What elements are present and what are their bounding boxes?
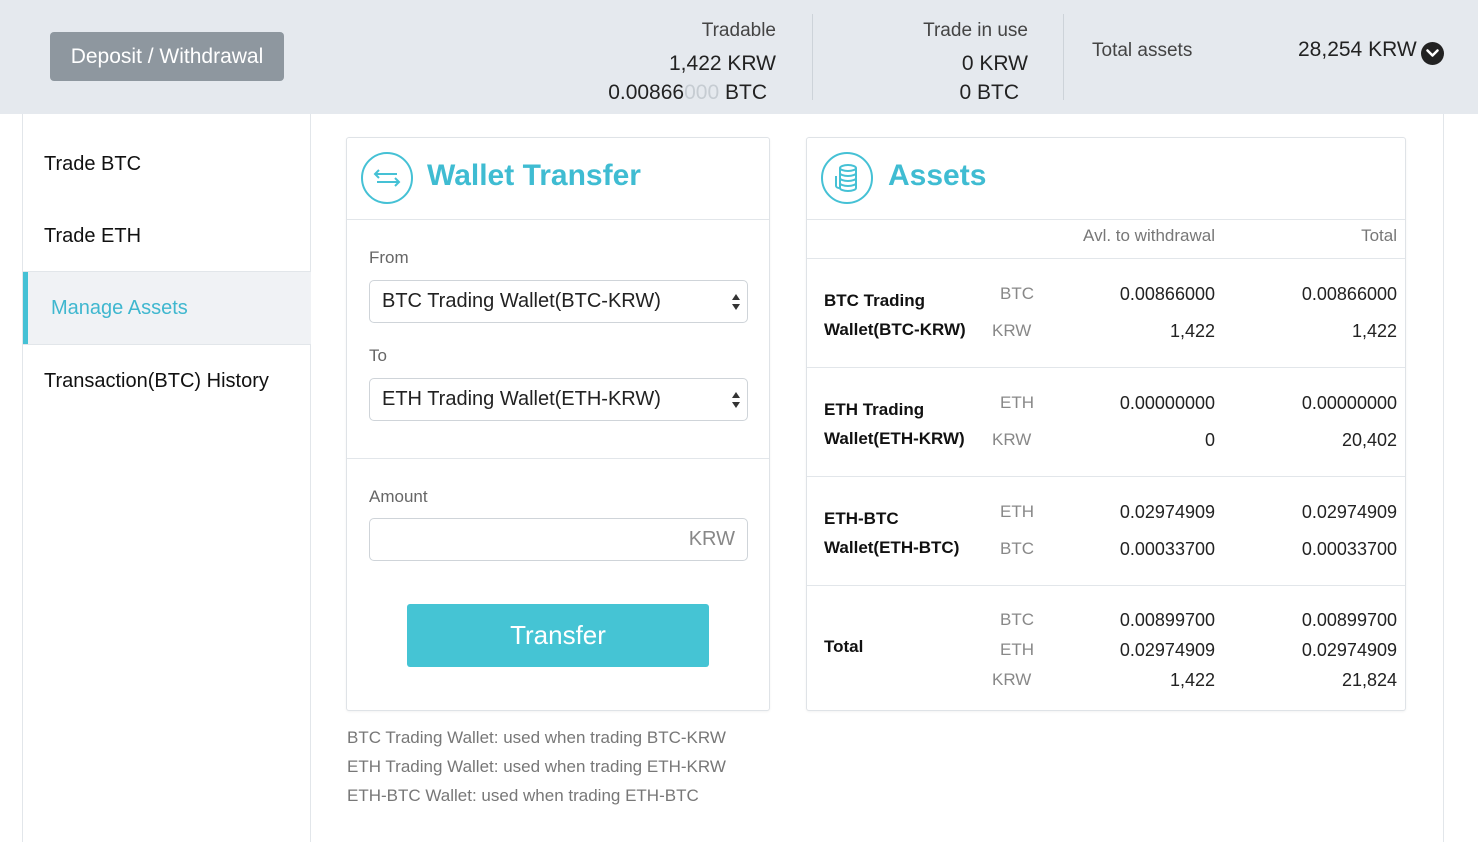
wallet-name-line: ETH-BTC [824, 509, 899, 528]
total-value: 1,422 [1351, 321, 1397, 341]
total-value: 0.00899700 [1301, 610, 1397, 630]
to-label: To [369, 346, 387, 365]
column-header-total: Total [1361, 226, 1397, 245]
header-divider [1063, 14, 1064, 100]
currency-code: BTC [1000, 610, 1034, 629]
total-value: 21,824 [1341, 670, 1397, 690]
currency-code: KRW [992, 321, 1032, 340]
tradable-btc-unit: BTC [719, 81, 767, 104]
available-value: 0.00000000 [1119, 393, 1215, 413]
available-value: 0.02974909 [1119, 640, 1215, 660]
in-use-krw: 0 KRW [961, 52, 1028, 75]
amount-unit: KRW [688, 528, 735, 550]
tradable-btc-trailing-zeros: 000 [684, 81, 720, 104]
available-value: 0.00866000 [1119, 284, 1215, 304]
amount-label: Amount [369, 487, 428, 506]
to-wallet-select[interactable]: ETH Trading Wallet(ETH-KRW) [369, 378, 748, 421]
currency-code: ETH [1000, 640, 1034, 659]
wallet-name-line: Wallet(ETH-BTC) [824, 538, 960, 557]
table-divider [807, 476, 1405, 477]
tradable-krw: 1,422 KRW [669, 52, 776, 75]
available-value: 1,422 [1169, 670, 1215, 690]
column-header-available: Avl. to withdrawal [1083, 226, 1215, 245]
total-value: 0.00000000 [1301, 393, 1397, 413]
panel-divider [347, 219, 769, 220]
wallet-transfer-title: Wallet Transfer [427, 159, 641, 192]
select-arrows-icon [732, 392, 740, 408]
content-right-border [1443, 114, 1444, 842]
available-value: 1,422 [1169, 321, 1215, 341]
from-wallet-select[interactable]: BTC Trading Wallet(BTC-KRW) [369, 280, 748, 323]
total-value: 0.00866000 [1301, 284, 1397, 304]
wallet-name: BTC Trading Wallet(BTC-KRW) [824, 286, 966, 344]
note-eth-btc-wallet: ETH-BTC Wallet: used when trading ETH-BT… [347, 786, 699, 805]
table-divider [807, 585, 1405, 586]
header-divider [812, 14, 813, 100]
from-wallet-value: BTC Trading Wallet(BTC-KRW) [382, 290, 661, 312]
in-use-btc: 0 BTC [959, 81, 1019, 104]
wallet-name-line: BTC Trading [824, 291, 926, 310]
amount-input[interactable]: KRW [369, 518, 748, 561]
total-value: 0.00033700 [1301, 539, 1397, 559]
total-value: 0.02974909 [1301, 640, 1397, 660]
wallet-name-line: Wallet(BTC-KRW) [824, 320, 966, 339]
note-eth-wallet: ETH Trading Wallet: used when trading ET… [347, 757, 726, 776]
wallet-name-line: ETH Trading [824, 400, 925, 419]
tradable-summary: Tradable 1,422 KRW 0.00866000 BTC [560, 16, 776, 107]
currency-code: BTC [1000, 539, 1034, 558]
available-value: 0.00899700 [1119, 610, 1215, 630]
available-value: 0 [1204, 430, 1215, 450]
total-assets-value: 28,254 KRW [1298, 38, 1417, 61]
to-wallet-value: ETH Trading Wallet(ETH-KRW) [382, 388, 661, 410]
tradable-btc: 0.00866000 BTC [560, 78, 776, 107]
coins-icon [821, 152, 873, 204]
currency-code: ETH [1000, 393, 1034, 412]
wallet-name: ETH-BTC Wallet(ETH-BTC) [824, 504, 959, 562]
wallet-transfer-panel: Wallet Transfer From BTC Trading Wallet(… [346, 137, 770, 711]
total-value: 0.02974909 [1301, 502, 1397, 522]
transfer-arrows-icon [361, 152, 413, 204]
table-divider [807, 367, 1405, 368]
sidebar-item-manage-assets[interactable]: Manage Assets [23, 272, 311, 344]
note-btc-wallet: BTC Trading Wallet: used when trading BT… [347, 728, 726, 747]
assets-panel: Assets Avl. to withdrawal Total BTC Trad… [806, 137, 1406, 711]
total-row-label: Total [824, 637, 864, 656]
deposit-withdrawal-button[interactable]: Deposit / Withdrawal [50, 32, 284, 81]
total-assets-label: Total assets [1092, 40, 1193, 61]
currency-code: KRW [992, 670, 1032, 689]
in-use-label: Trade in use [923, 20, 1028, 41]
table-divider [807, 258, 1405, 259]
currency-code: KRW [992, 430, 1032, 449]
from-label: From [369, 248, 409, 267]
sidebar-item-trade-btc[interactable]: Trade BTC [23, 128, 311, 200]
transfer-button[interactable]: Transfer [407, 604, 709, 667]
currency-code: ETH [1000, 502, 1034, 521]
wallet-name: ETH Trading Wallet(ETH-KRW) [824, 395, 965, 453]
available-value: 0.00033700 [1119, 539, 1215, 559]
assets-title: Assets [888, 159, 987, 192]
panel-divider [807, 219, 1405, 220]
chevron-down-icon[interactable] [1421, 42, 1444, 65]
top-bar: Deposit / Withdrawal Tradable 1,422 KRW … [0, 0, 1478, 114]
tradable-label: Tradable [701, 20, 776, 41]
total-value: 20,402 [1341, 430, 1397, 450]
tradable-btc-value: 0.00866 [608, 81, 685, 104]
sidebar-item-trade-eth[interactable]: Trade ETH [23, 200, 311, 272]
sidebar: Trade BTC Trade ETH Manage Assets Transa… [22, 114, 311, 842]
trade-in-use-summary: Trade in use 0 KRW 0 BTC [850, 16, 1028, 107]
select-arrows-icon [732, 294, 740, 310]
wallet-name-line: Wallet(ETH-KRW) [824, 429, 965, 448]
sidebar-item-transaction-history[interactable]: Transaction(BTC) History [23, 345, 311, 417]
currency-code: BTC [1000, 284, 1034, 303]
available-value: 0.02974909 [1119, 502, 1215, 522]
panel-divider [347, 458, 769, 459]
